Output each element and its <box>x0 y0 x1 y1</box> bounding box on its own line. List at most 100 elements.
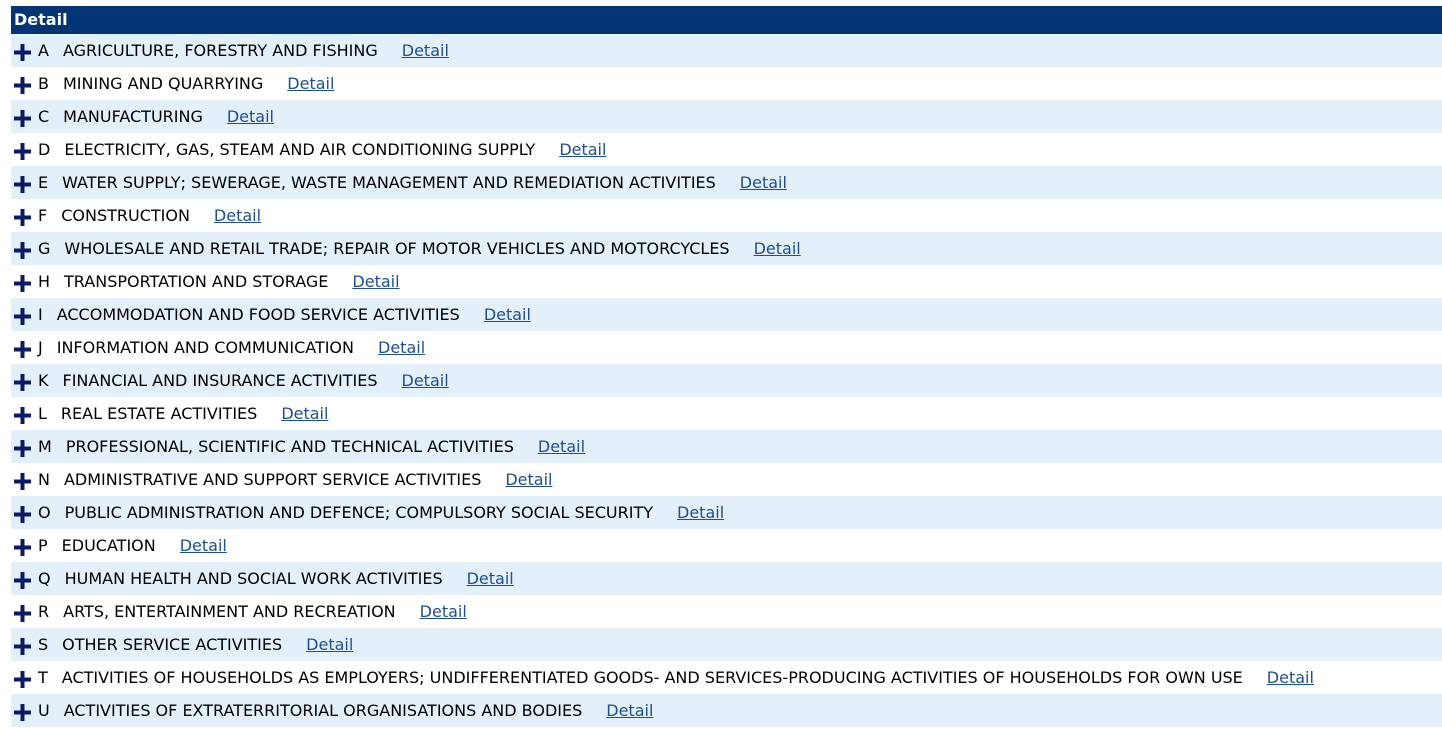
section-code: B <box>38 74 49 93</box>
detail-link[interactable]: Detail <box>484 305 531 324</box>
expand-plus-icon[interactable] <box>14 473 31 490</box>
detail-link[interactable]: Detail <box>378 338 425 357</box>
expand-plus-icon[interactable] <box>14 506 31 523</box>
detail-link[interactable]: Detail <box>352 272 399 291</box>
section-row: C MANUFACTURING Detail <box>11 100 1442 133</box>
expand-plus-icon[interactable] <box>14 176 31 193</box>
section-row: Q HUMAN HEALTH AND SOCIAL WORK ACTIVITIES… <box>11 562 1442 595</box>
section-code: N <box>38 470 50 489</box>
detail-link[interactable]: Detail <box>306 635 353 654</box>
section-row: I ACCOMMODATION AND FOOD SERVICE ACTIVITI… <box>11 298 1442 331</box>
expand-plus-icon[interactable] <box>14 440 31 457</box>
section-code: C <box>38 107 50 126</box>
detail-link[interactable]: Detail <box>214 206 261 225</box>
section-title: TRANSPORTATION AND STORAGE <box>64 272 329 291</box>
section-title: HUMAN HEALTH AND SOCIAL WORK ACTIVITIES <box>64 569 443 588</box>
expand-plus-icon[interactable] <box>14 209 31 226</box>
expand-plus-icon[interactable] <box>14 143 31 160</box>
section-title: FINANCIAL AND INSURANCE ACTIVITIES <box>62 371 378 390</box>
expand-plus-icon[interactable] <box>14 704 31 721</box>
section-title: ACCOMMODATION AND FOOD SERVICE ACTIVITIE… <box>56 305 460 324</box>
detail-panel: Detail A AGRICULTURE, FORESTRY AND FISHIN… <box>11 6 1442 727</box>
detail-link[interactable]: Detail <box>467 569 514 588</box>
detail-link[interactable]: Detail <box>287 74 334 93</box>
section-row: B MINING AND QUARRYING Detail <box>11 67 1442 100</box>
detail-link[interactable]: Detail <box>505 470 552 489</box>
detail-link[interactable]: Detail <box>402 41 449 60</box>
expand-plus-icon[interactable] <box>14 110 31 127</box>
section-title: MINING AND QUARRYING <box>62 74 264 93</box>
expand-plus-icon[interactable] <box>14 275 31 292</box>
expand-plus-icon[interactable] <box>14 44 31 61</box>
section-title: WHOLESALE AND RETAIL TRADE; REPAIR OF MO… <box>64 239 730 258</box>
expand-plus-icon[interactable] <box>14 374 31 391</box>
section-code: K <box>38 371 49 390</box>
section-row: O PUBLIC ADMINISTRATION AND DEFENCE; COMP… <box>11 496 1442 529</box>
section-code: H <box>38 272 51 291</box>
section-code: T <box>38 668 48 687</box>
section-code: I <box>38 305 43 324</box>
section-row: A AGRICULTURE, FORESTRY AND FISHING Detail <box>11 34 1442 67</box>
expand-plus-icon[interactable] <box>14 242 31 259</box>
section-row: J INFORMATION AND COMMUNICATION Detail <box>11 331 1442 364</box>
expand-plus-icon[interactable] <box>14 572 31 589</box>
detail-link[interactable]: Detail <box>1267 668 1314 687</box>
detail-link[interactable]: Detail <box>538 437 585 456</box>
section-row: H TRANSPORTATION AND STORAGE Detail <box>11 265 1442 298</box>
detail-link[interactable]: Detail <box>420 602 467 621</box>
detail-link[interactable]: Detail <box>559 140 606 159</box>
section-title: CONSTRUCTION <box>61 206 190 225</box>
expand-plus-icon[interactable] <box>14 308 31 325</box>
section-title: PROFESSIONAL, SCIENTIFIC AND TECHNICAL A… <box>65 437 514 456</box>
section-title: ARTS, ENTERTAINMENT AND RECREATION <box>63 602 396 621</box>
section-title: WATER SUPPLY; SEWERAGE, WASTE MANAGEMENT… <box>62 173 716 192</box>
detail-link[interactable]: Detail <box>227 107 274 126</box>
section-title: EDUCATION <box>61 536 156 555</box>
section-title: REAL ESTATE ACTIVITIES <box>60 404 258 423</box>
expand-plus-icon[interactable] <box>14 605 31 622</box>
section-title: ELECTRICITY, GAS, STEAM AND AIR CONDITIO… <box>64 140 536 159</box>
section-row: E WATER SUPPLY; SEWERAGE, WASTE MANAGEMEN… <box>11 166 1442 199</box>
expand-plus-icon[interactable] <box>14 671 31 688</box>
detail-link[interactable]: Detail <box>677 503 724 522</box>
section-code: U <box>38 701 50 720</box>
section-code: O <box>38 503 51 522</box>
section-row: T ACTIVITIES OF HOUSEHOLDS AS EMPLOYERS; … <box>11 661 1442 694</box>
section-title: ACTIVITIES OF HOUSEHOLDS AS EMPLOYERS; U… <box>61 668 1243 687</box>
section-code: A <box>38 41 49 60</box>
section-row: D ELECTRICITY, GAS, STEAM AND AIR CONDITI… <box>11 133 1442 166</box>
expand-plus-icon[interactable] <box>14 638 31 655</box>
section-title: ACTIVITIES OF EXTRATERRITORIAL ORGANISAT… <box>63 701 583 720</box>
section-row: G WHOLESALE AND RETAIL TRADE; REPAIR OF M… <box>11 232 1442 265</box>
expand-plus-icon[interactable] <box>14 77 31 94</box>
expand-plus-icon[interactable] <box>14 341 31 358</box>
section-row: M PROFESSIONAL, SCIENTIFIC AND TECHNICAL … <box>11 430 1442 463</box>
section-title: PUBLIC ADMINISTRATION AND DEFENCE; COMPU… <box>64 503 653 522</box>
section-code: M <box>38 437 52 456</box>
section-row: N ADMINISTRATIVE AND SUPPORT SERVICE ACTI… <box>11 463 1442 496</box>
section-row: R ARTS, ENTERTAINMENT AND RECREATION Detai… <box>11 595 1442 628</box>
section-code: G <box>38 239 51 258</box>
section-code: D <box>38 140 51 159</box>
detail-link[interactable]: Detail <box>180 536 227 555</box>
section-title: OTHER SERVICE ACTIVITIES <box>62 635 283 654</box>
section-code: Q <box>38 569 51 588</box>
detail-link[interactable]: Detail <box>754 239 801 258</box>
section-code: E <box>38 173 49 192</box>
section-title: INFORMATION AND COMMUNICATION <box>56 338 354 357</box>
expand-plus-icon[interactable] <box>14 407 31 424</box>
section-row: P EDUCATION Detail <box>11 529 1442 562</box>
detail-link[interactable]: Detail <box>740 173 787 192</box>
section-row: F CONSTRUCTION Detail <box>11 199 1442 232</box>
section-title: MANUFACTURING <box>63 107 203 126</box>
panel-header: Detail <box>11 6 1442 34</box>
detail-link[interactable]: Detail <box>281 404 328 423</box>
detail-link[interactable]: Detail <box>402 371 449 390</box>
section-row: L REAL ESTATE ACTIVITIES Detail <box>11 397 1442 430</box>
expand-plus-icon[interactable] <box>14 539 31 556</box>
detail-link[interactable]: Detail <box>606 701 653 720</box>
section-row: S OTHER SERVICE ACTIVITIES Detail <box>11 628 1442 661</box>
section-code: L <box>38 404 47 423</box>
section-row: U ACTIVITIES OF EXTRATERRITORIAL ORGANISA… <box>11 694 1442 727</box>
section-code: J <box>38 338 43 357</box>
